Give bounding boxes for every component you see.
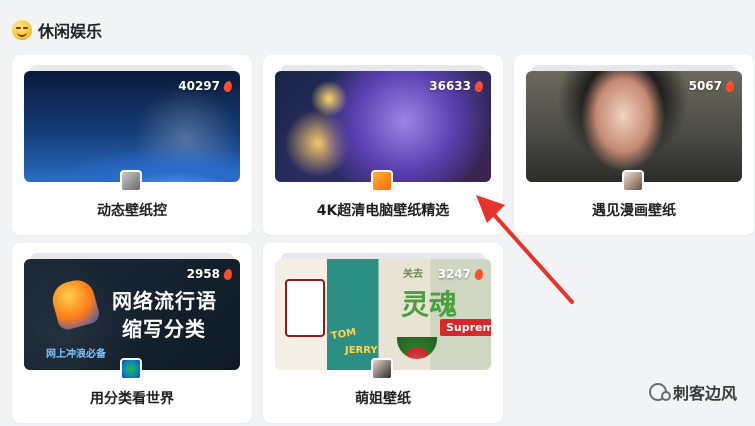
card-title[interactable]: 动态壁纸控 [12, 200, 252, 220]
collection-card-categories[interactable]: 网络流行语 缩写分类 网上冲浪必备 2958 用分类看世界 [12, 243, 252, 423]
popularity-count: 2958 [187, 267, 234, 281]
popularity-count: 40297 [178, 79, 234, 93]
comic-woman-cover-image[interactable]: 5067 [526, 71, 742, 182]
supreme-badge: Supreme [440, 319, 491, 336]
flame-icon [724, 79, 736, 93]
flame-icon [473, 79, 485, 93]
anime-girls-cover-image[interactable]: 36633 [275, 71, 491, 182]
section-title: 休闲娱乐 [38, 22, 103, 41]
avatar[interactable] [371, 358, 393, 380]
flame-icon [473, 267, 485, 281]
avatar[interactable] [371, 170, 393, 192]
watermark: 刺客边风 [648, 380, 737, 404]
collection-card-4k-wallpapers[interactable]: 36633 4K超清电脑壁纸精选 [263, 55, 503, 235]
card-title[interactable]: 萌姐壁纸 [263, 388, 503, 408]
collection-card-cute-wallpapers[interactable]: TOM JERRY 关去 灵魂 Supreme 3247 萌姐壁纸 [263, 243, 503, 423]
watermelon-icon [397, 337, 437, 359]
avatar[interactable] [120, 358, 142, 380]
avatar[interactable] [120, 170, 142, 192]
flame-icon [222, 267, 234, 281]
popularity-count: 5067 [689, 79, 736, 93]
surfer-figure-icon [48, 276, 102, 332]
card-title[interactable]: 遇见漫画壁纸 [514, 200, 754, 220]
avatar[interactable] [622, 170, 644, 192]
collection-card-comic-wallpapers[interactable]: 5067 遇见漫画壁纸 [514, 55, 754, 235]
section-header: 休闲娱乐 [12, 16, 102, 44]
collage-cover-image[interactable]: TOM JERRY 关去 灵魂 Supreme 3247 [275, 259, 491, 370]
cover-headline: 网络流行语 缩写分类 [112, 289, 217, 341]
flame-icon [222, 79, 234, 93]
wechat-icon [648, 383, 671, 401]
collection-card-live-wallpaper[interactable]: 40297 动态壁纸控 [12, 55, 252, 235]
earth-space-cover-image[interactable]: 40297 [24, 71, 240, 182]
popularity-count: 36633 [429, 79, 485, 93]
cover-badge: 网上冲浪必备 [46, 349, 106, 360]
popularity-count: 3247 [438, 267, 485, 281]
card-title[interactable]: 用分类看世界 [12, 388, 252, 408]
internet-slang-cover-image[interactable]: 网络流行语 缩写分类 网上冲浪必备 2958 [24, 259, 240, 370]
smiling-face-icon [12, 20, 32, 40]
card-title[interactable]: 4K超清电脑壁纸精选 [263, 200, 503, 220]
mahjong-tile-icon [285, 279, 325, 337]
